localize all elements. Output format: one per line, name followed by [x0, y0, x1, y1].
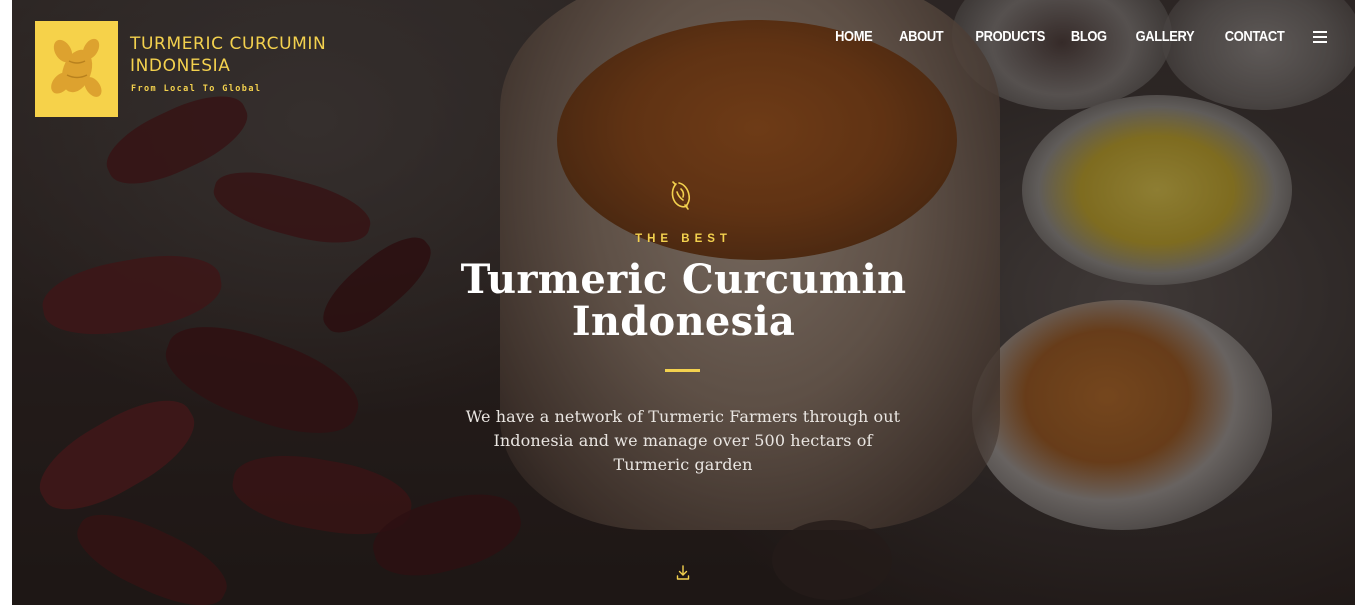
- nav-item-about[interactable]: ABOUT: [899, 27, 943, 47]
- hero-title-line2: Indonesia: [571, 298, 796, 345]
- brand-tagline: From Local To Global: [131, 84, 262, 94]
- nav-item-blog[interactable]: BLOG: [1070, 27, 1106, 47]
- nav-item-home[interactable]: HOME: [835, 27, 873, 47]
- hero-divider: [665, 369, 700, 372]
- ginger-logo-icon: [51, 38, 102, 97]
- nav-item-products[interactable]: PRODUCTS: [975, 27, 1045, 47]
- hero-description: We have a network of Turmeric Farmers th…: [465, 407, 901, 474]
- brand-name-line2: INDONESIA: [130, 56, 231, 76]
- logo[interactable]: [35, 21, 118, 117]
- hamburger-icon[interactable]: [1313, 31, 1327, 43]
- nav-item-gallery[interactable]: GALLERY: [1136, 27, 1195, 47]
- hero-section: TURMERIC CURCUMIN INDONESIA From Local T…: [12, 0, 1355, 605]
- brand-name: TURMERIC CURCUMIN INDONESIA: [130, 33, 326, 77]
- scroll-down-icon[interactable]: [676, 565, 690, 581]
- hero-eyebrow: THE BEST: [635, 233, 732, 245]
- turmeric-root-icon: [671, 181, 691, 210]
- main-navigation: HOME ABOUT PRODUCTS BLOG GALLERY CONTACT: [829, 27, 1284, 47]
- brand-name-line1: TURMERIC CURCUMIN: [130, 34, 327, 54]
- hero-title-line1: Turmeric Curcumin: [460, 256, 907, 303]
- hero-title: Turmeric Curcumin Indonesia: [12, 259, 1355, 343]
- nav-item-contact[interactable]: CONTACT: [1224, 27, 1284, 47]
